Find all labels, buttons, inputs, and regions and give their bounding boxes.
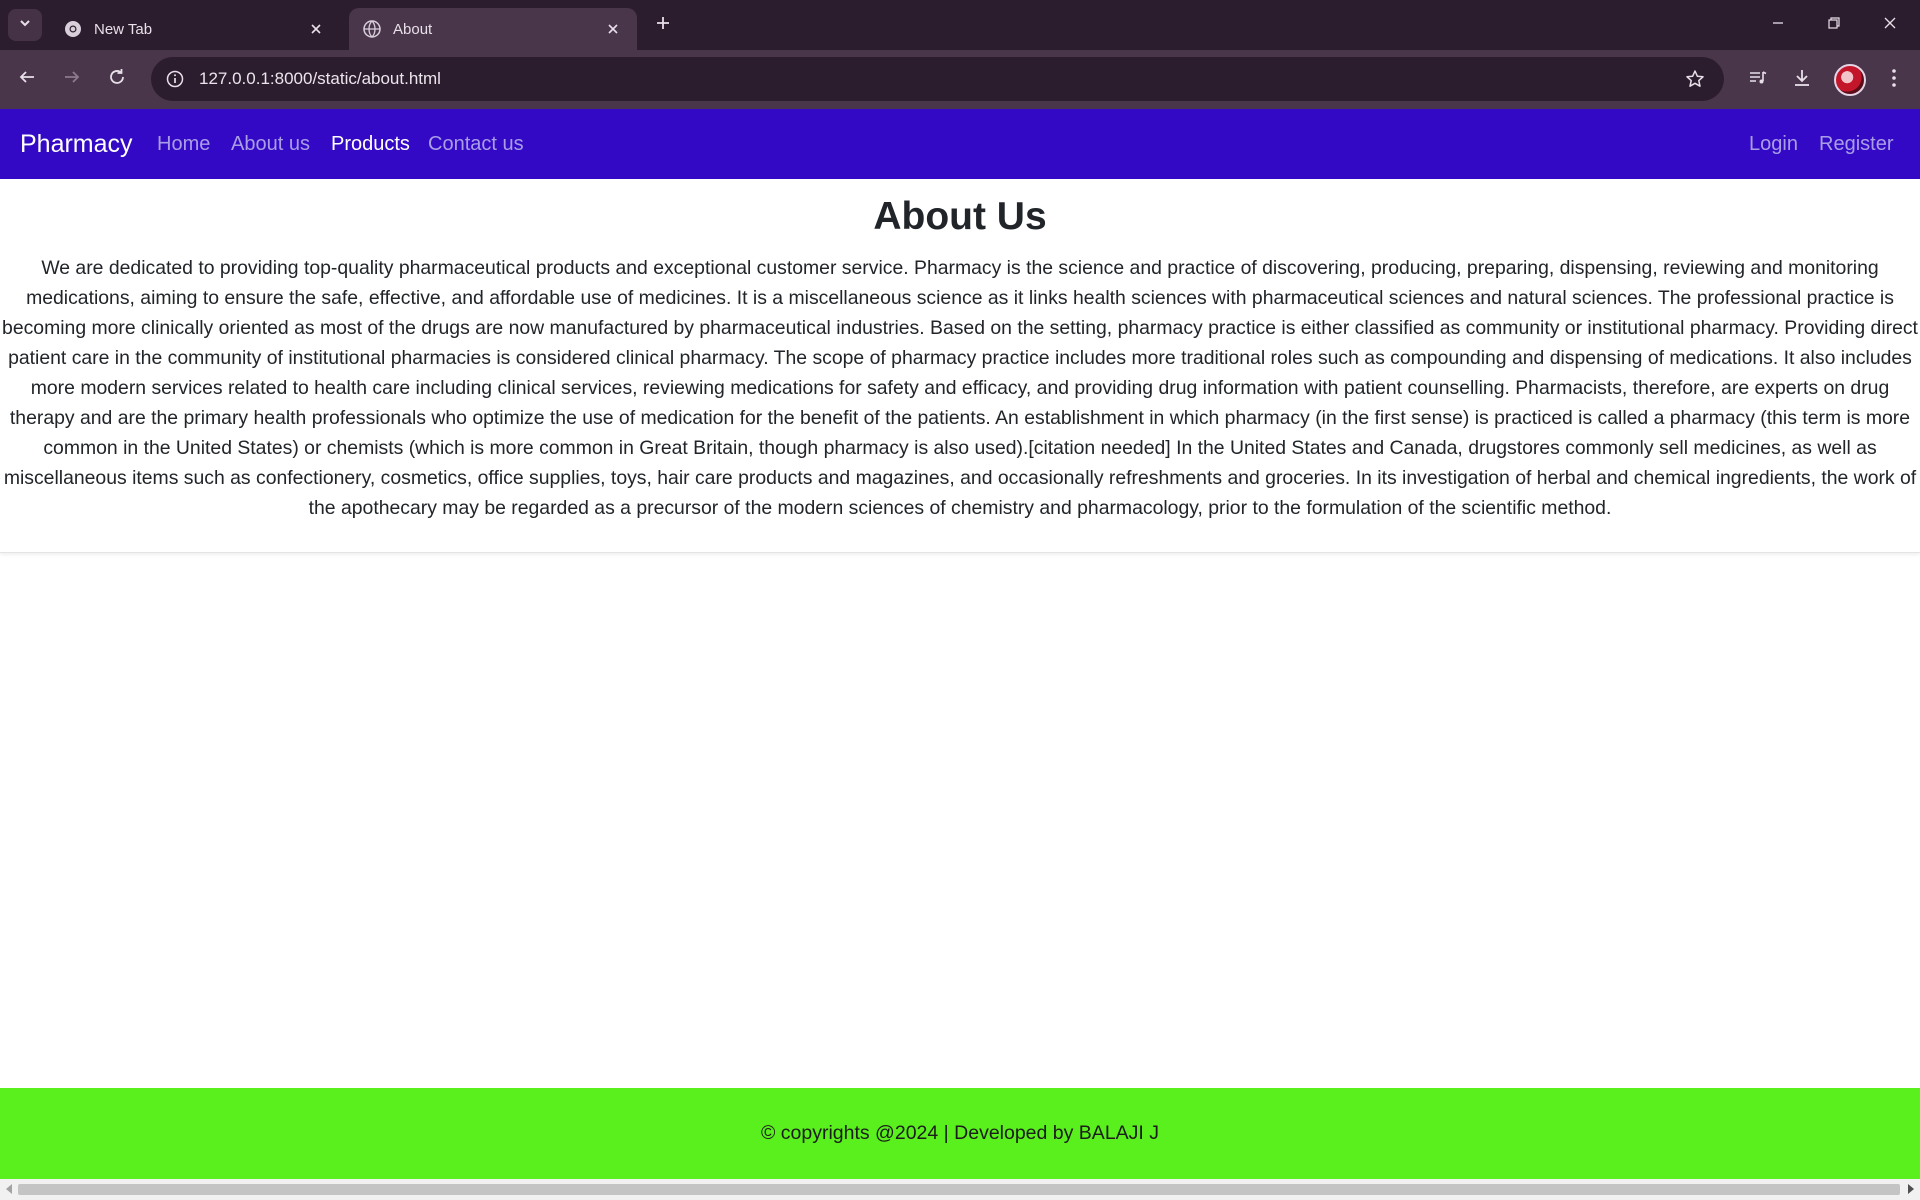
tab-new-tab[interactable]: New Tab: [50, 8, 340, 50]
profile-avatar[interactable]: [1834, 64, 1866, 96]
reload-icon: [108, 68, 126, 91]
url-text[interactable]: 127.0.0.1:8000/static/about.html: [199, 69, 1680, 89]
about-paragraph: We are dedicated to providing top-qualit…: [2, 257, 1918, 519]
nav-link-home[interactable]: Home: [157, 109, 210, 179]
chevron-down-icon: [18, 16, 32, 35]
nav-link-login[interactable]: Login: [1749, 109, 1798, 179]
close-icon: [1883, 16, 1897, 35]
download-icon: [1792, 68, 1812, 93]
tab-about[interactable]: About: [349, 8, 637, 50]
media-queue-button[interactable]: [1742, 64, 1774, 96]
globe-icon: [363, 20, 381, 38]
nav-link-about[interactable]: About us: [231, 109, 310, 179]
footer-copyright: © copyrights @2024 | Developed by BALAJI…: [760, 1122, 1160, 1144]
info-icon[interactable]: [163, 67, 187, 91]
media-queue-icon: [1748, 68, 1768, 93]
restore-icon: [1827, 16, 1841, 35]
brand-link[interactable]: Pharmacy: [20, 109, 133, 179]
new-tab-button[interactable]: [650, 12, 676, 38]
forward-arrow-icon: [63, 68, 81, 91]
downloads-button[interactable]: [1786, 64, 1818, 96]
restore-button[interactable]: [1806, 0, 1862, 50]
nav-link-contact[interactable]: Contact us: [428, 109, 524, 179]
scrollbar-thumb[interactable]: [18, 1184, 1900, 1195]
back-button[interactable]: [10, 62, 44, 96]
close-window-button[interactable]: [1862, 0, 1918, 50]
tab-search-button[interactable]: [8, 9, 42, 41]
address-bar[interactable]: 127.0.0.1:8000/static/about.html: [151, 57, 1724, 101]
nav-link-register[interactable]: Register: [1819, 109, 1893, 179]
tab-title: New Tab: [94, 20, 153, 38]
plus-icon: [655, 15, 671, 36]
close-tab-icon[interactable]: [603, 19, 623, 39]
nav-link-products[interactable]: Products: [331, 109, 410, 179]
browser-menu-button[interactable]: [1878, 64, 1910, 96]
site-navbar: Pharmacy Home About us Products Contact …: [0, 109, 1920, 179]
forward-button[interactable]: [55, 62, 89, 96]
scroll-right-icon[interactable]: [1905, 1183, 1917, 1195]
scroll-left-icon[interactable]: [3, 1183, 15, 1195]
horizontal-scrollbar[interactable]: [0, 1179, 1920, 1200]
site-footer: © copyrights @2024 | Developed by BALAJI…: [0, 1088, 1920, 1179]
page-title: About Us: [873, 195, 1047, 238]
browser-toolbar: 127.0.0.1:8000/static/about.html: [0, 50, 1920, 109]
back-arrow-icon: [18, 68, 36, 91]
tab-title: About: [393, 20, 433, 38]
close-tab-icon[interactable]: [306, 19, 326, 39]
reload-button[interactable]: [100, 62, 134, 96]
minimize-button[interactable]: [1750, 0, 1806, 50]
about-section: About Us We are dedicated to providing t…: [0, 179, 1920, 553]
kebab-menu-icon: [1891, 68, 1897, 93]
browser-tab-strip: New Tab About: [0, 0, 1920, 50]
star-icon[interactable]: [1680, 64, 1710, 94]
chrome-icon: [64, 20, 82, 38]
minimize-icon: [1771, 16, 1785, 35]
